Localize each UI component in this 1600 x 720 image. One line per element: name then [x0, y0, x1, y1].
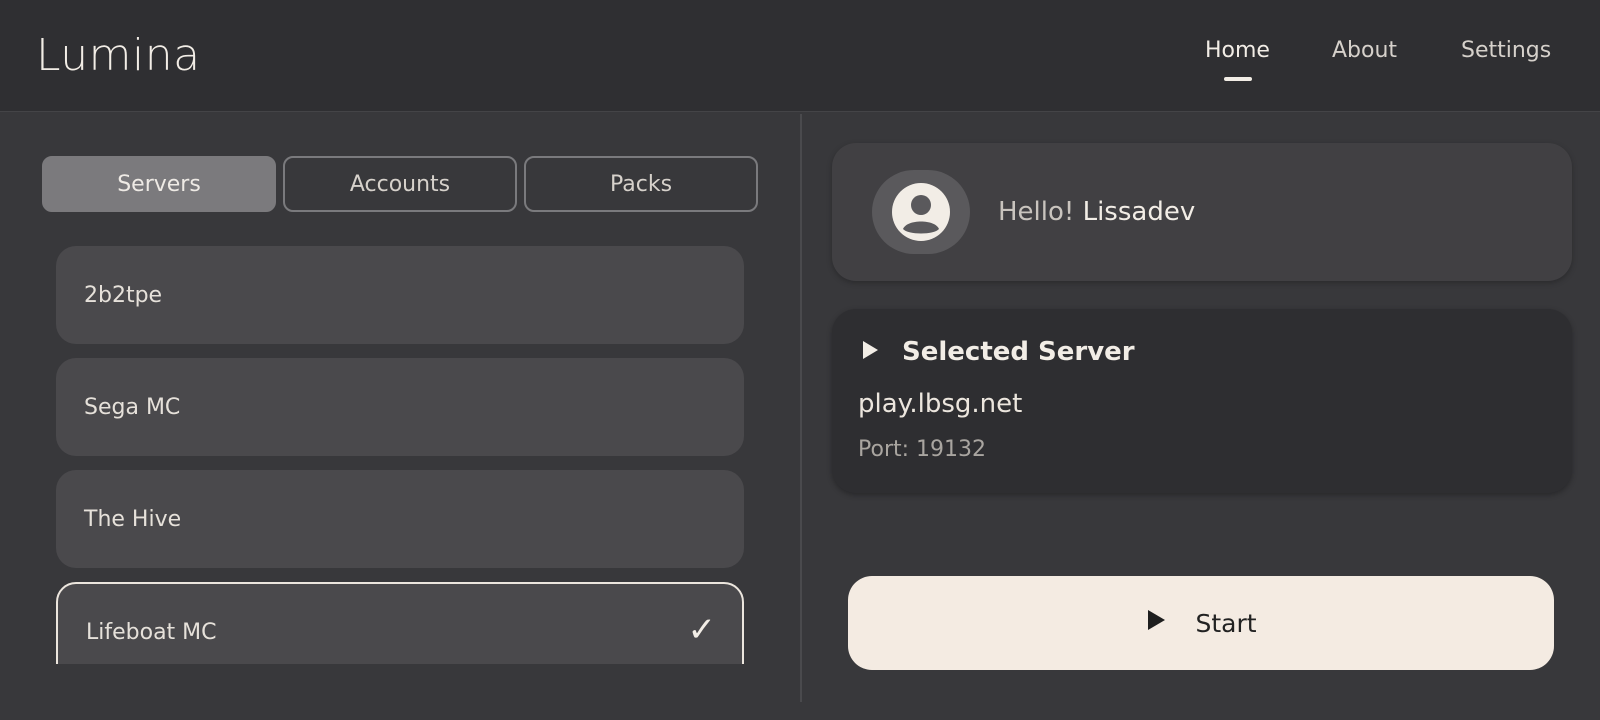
- tab-accounts[interactable]: Accounts: [283, 156, 517, 212]
- selected-server-card: Selected Server play.lbsg.net Port: 1913…: [832, 309, 1572, 493]
- play-icon: [860, 339, 880, 365]
- server-item-sega-mc[interactable]: Sega MC: [56, 358, 744, 456]
- play-icon: [1145, 608, 1167, 638]
- server-list[interactable]: 2b2tpe Sega MC The Hive Lifeboat MC ✓: [56, 246, 746, 664]
- server-name: The Hive: [84, 506, 182, 532]
- start-button[interactable]: Start: [848, 576, 1554, 670]
- server-name: 2b2tpe: [84, 282, 163, 308]
- server-item-the-hive[interactable]: The Hive: [56, 470, 744, 568]
- selected-server-title: Selected Server: [902, 337, 1135, 367]
- nav-active-indicator: [1224, 77, 1252, 81]
- server-item-2b2tpe[interactable]: 2b2tpe: [56, 246, 744, 344]
- greeting-card: Hello! Lissadev: [832, 143, 1572, 281]
- selected-server-host: play.lbsg.net: [858, 389, 1023, 419]
- server-name: Sega MC: [84, 394, 181, 420]
- tab-packs[interactable]: Packs: [524, 156, 758, 212]
- nav-home[interactable]: Home: [1205, 38, 1270, 63]
- server-item-lifeboat-mc[interactable]: Lifeboat MC ✓: [56, 582, 744, 664]
- nav-settings[interactable]: Settings: [1461, 38, 1551, 63]
- panel-divider: [800, 114, 802, 702]
- nav-about[interactable]: About: [1332, 38, 1397, 63]
- greeting-text: Hello! Lissadev: [998, 197, 1195, 227]
- app-title: Lumina: [36, 30, 201, 81]
- selected-server-port: Port: 19132: [858, 437, 987, 462]
- greeting-username: Lissadev: [1082, 197, 1196, 227]
- selected-server-header[interactable]: Selected Server: [860, 337, 1135, 367]
- top-bar: Lumina Home About Settings: [0, 0, 1600, 112]
- check-icon: ✓: [687, 610, 717, 650]
- tab-servers[interactable]: Servers: [42, 156, 276, 212]
- server-name: Lifeboat MC: [86, 619, 217, 645]
- user-avatar-icon: [872, 170, 970, 254]
- greeting-hello: Hello!: [998, 197, 1075, 227]
- start-label: Start: [1195, 608, 1257, 638]
